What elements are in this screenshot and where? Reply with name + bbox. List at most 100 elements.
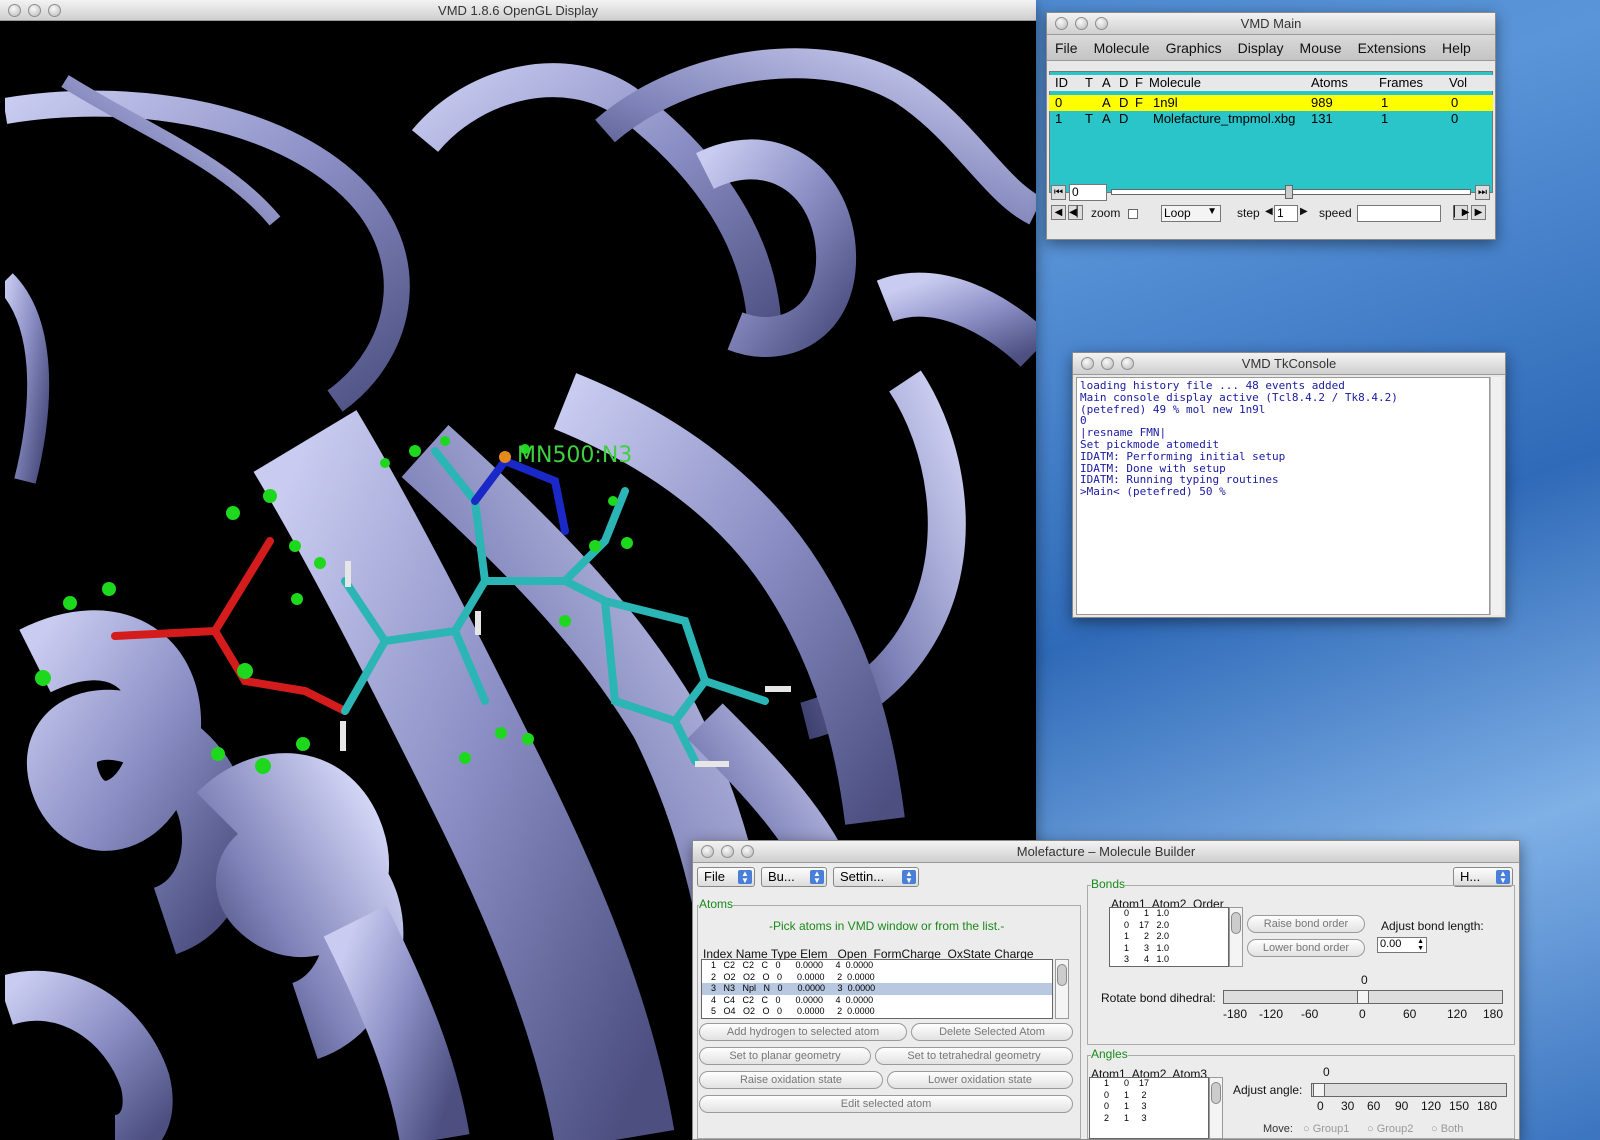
spin-arrows-icon[interactable]: ▲ ▼: [1417, 938, 1424, 952]
list-item[interactable]: 0 1 2: [1090, 1090, 1208, 1102]
build-menu-button[interactable]: Bu... ▲ ▼: [761, 867, 827, 887]
last-frame-icon[interactable]: ⏭: [1475, 185, 1490, 200]
list-item[interactable]: 2 O2 O2 O 0 0.0000 2 0.0000: [702, 972, 1052, 984]
zoom-checkbox[interactable]: [1128, 209, 1138, 219]
molefacture-window[interactable]: Molefacture – Molecule Builder File ▲ ▼ Bu…: [692, 840, 1520, 1140]
list-item[interactable]: 3 4 1.0: [1110, 954, 1228, 966]
first-frame-icon[interactable]: ⏮: [1051, 185, 1066, 200]
list-item[interactable]: 2 1 3: [1090, 1113, 1208, 1125]
step-forward-icon[interactable]: ▏▶: [1453, 205, 1469, 220]
menu-help[interactable]: Help: [1442, 40, 1471, 56]
menu-file[interactable]: File: [1055, 40, 1078, 56]
radio-both[interactable]: ○ Both: [1431, 1123, 1463, 1135]
console-titlebar[interactable]: VMD TkConsole: [1073, 353, 1505, 375]
lower-oxidation-button[interactable]: Lower oxidation state: [887, 1071, 1073, 1089]
settings-menu-button[interactable]: Settin... ▲ ▼: [833, 867, 919, 887]
col-molecule: Molecule: [1149, 75, 1202, 90]
mol-drawn[interactable]: D: [1119, 95, 1128, 110]
planar-geometry-button[interactable]: Set to planar geometry: [699, 1047, 871, 1065]
close-icon[interactable]: [1055, 17, 1068, 30]
minimize-icon[interactable]: [1075, 17, 1088, 30]
mol-top[interactable]: T: [1085, 111, 1093, 126]
edit-atom-button[interactable]: Edit selected atom: [699, 1095, 1073, 1113]
menu-display[interactable]: Display: [1238, 40, 1284, 56]
step-decrement-icon[interactable]: ◀: [1265, 206, 1273, 217]
tetrahedral-geometry-button[interactable]: Set to tetrahedral geometry: [875, 1047, 1073, 1065]
molecule-row[interactable]: 1 T A D Molefacture_tmpmol.xbg 131 1 0: [1049, 111, 1493, 127]
zoom-icon[interactable]: [1095, 17, 1108, 30]
opengl-titlebar[interactable]: VMD 1.8.6 OpenGL Display: [0, 0, 1036, 21]
bonds-scroll-thumb[interactable]: [1231, 912, 1241, 934]
zoom-icon[interactable]: [741, 845, 754, 858]
angle-tick: 30: [1341, 1099, 1355, 1113]
menu-graphics[interactable]: Graphics: [1166, 40, 1222, 56]
list-item[interactable]: 0 1 3: [1090, 1101, 1208, 1113]
mol-active[interactable]: A: [1102, 95, 1111, 110]
molefacture-titlebar[interactable]: Molefacture – Molecule Builder: [693, 841, 1519, 863]
molecule-row[interactable]: 0 A D F 1n9l 989 1 0: [1049, 95, 1493, 111]
list-item[interactable]: 4 C4 C2 C 0 0.0000 4 0.0000: [702, 995, 1052, 1007]
bond-length-spinbox[interactable]: 0.00 ▲ ▼: [1377, 937, 1427, 953]
menu-molecule[interactable]: Molecule: [1094, 40, 1150, 56]
atoms-scroll-thumb[interactable]: [1057, 964, 1067, 986]
step-back-icon[interactable]: ◀▏: [1068, 205, 1084, 220]
col-f: F: [1135, 75, 1143, 90]
close-icon[interactable]: [701, 845, 714, 858]
dihedral-slider-thumb[interactable]: [1357, 990, 1369, 1004]
play-icon[interactable]: ▶: [1471, 205, 1486, 220]
atoms-label: Atoms: [699, 897, 734, 911]
zoom-icon[interactable]: [1121, 357, 1134, 370]
menu-mouse[interactable]: Mouse: [1300, 40, 1342, 56]
close-icon[interactable]: [8, 4, 21, 17]
angle-slider-thumb[interactable]: [1313, 1083, 1325, 1097]
main-titlebar[interactable]: VMD Main: [1047, 13, 1495, 35]
help-menu-button[interactable]: H... ▲ ▼: [1453, 867, 1513, 887]
tkconsole-window[interactable]: VMD TkConsole loading history file ... 4…: [1072, 352, 1506, 618]
raise-oxidation-button[interactable]: Raise oxidation state: [699, 1071, 883, 1089]
angles-scroll-thumb[interactable]: [1211, 1082, 1221, 1104]
speed-label: speed: [1319, 206, 1352, 220]
list-item[interactable]: 1 0 17: [1090, 1078, 1208, 1090]
list-item[interactable]: 0 17 2.0: [1110, 920, 1228, 932]
atoms-list[interactable]: 1 C2 C2 C 0 0.0000 4 0.0000 2 O2 O2 O 0 …: [701, 959, 1053, 1019]
zoom-icon[interactable]: [48, 4, 61, 17]
list-item[interactable]: 0 1 1.0: [1110, 908, 1228, 920]
step-increment-icon[interactable]: ▶: [1300, 206, 1308, 217]
radio-group1[interactable]: ○ Group1: [1303, 1123, 1349, 1135]
mol-atoms: 989: [1311, 95, 1333, 110]
speed-slider[interactable]: [1357, 205, 1441, 222]
menu-extensions[interactable]: Extensions: [1358, 40, 1426, 56]
minimize-icon[interactable]: [28, 4, 41, 17]
bonds-list[interactable]: 0 1 1.0 0 17 2.0 1 2 2.0 1 3 1.0 3 4 1.0: [1109, 907, 1229, 967]
list-item[interactable]: 5 O4 O2 O 0 0.0000 2 0.0000: [702, 1006, 1052, 1018]
raise-bond-order-button[interactable]: Raise bond order: [1247, 915, 1365, 933]
bonds-scrollbar[interactable]: [1229, 907, 1243, 967]
mol-drawn[interactable]: D: [1119, 111, 1128, 126]
file-menu-button[interactable]: File ▲ ▼: [697, 867, 755, 887]
frame-input[interactable]: 0: [1069, 184, 1107, 201]
angles-list[interactable]: 1 0 17 0 1 2 0 1 3 2 1 3: [1089, 1077, 1209, 1139]
list-item[interactable]: 3 N3 Npl N 0 0.0000 3 0.0000: [702, 983, 1052, 995]
lower-bond-order-button[interactable]: Lower bond order: [1247, 939, 1365, 957]
list-item[interactable]: 1 C2 C2 C 0 0.0000 4 0.0000: [702, 960, 1052, 972]
minimize-icon[interactable]: [721, 845, 734, 858]
add-hydrogen-button[interactable]: Add hydrogen to selected atom: [699, 1023, 907, 1041]
loop-select[interactable]: Loop ▼: [1161, 205, 1221, 222]
vmd-main-window[interactable]: VMD Main File Molecule Graphics Display …: [1046, 12, 1496, 240]
play-reverse-icon[interactable]: ◀: [1051, 205, 1066, 220]
atoms-scrollbar[interactable]: [1055, 959, 1069, 1019]
mol-fixed[interactable]: F: [1135, 95, 1143, 110]
angles-scrollbar[interactable]: [1209, 1077, 1223, 1139]
list-item[interactable]: 1 2 2.0: [1110, 931, 1228, 943]
console-scrollbar[interactable]: [1490, 377, 1502, 615]
step-input[interactable]: 1: [1274, 205, 1298, 222]
mol-active[interactable]: A: [1102, 111, 1111, 126]
minimize-icon[interactable]: [1101, 357, 1114, 370]
console-output[interactable]: loading history file ... 48 events added…: [1076, 377, 1490, 615]
delete-atom-button[interactable]: Delete Selected Atom: [911, 1023, 1073, 1041]
frame-slider-thumb[interactable]: [1285, 185, 1293, 199]
radio-group2[interactable]: ○ Group2: [1367, 1123, 1413, 1135]
list-item[interactable]: 1 3 1.0: [1110, 943, 1228, 955]
close-icon[interactable]: [1081, 357, 1094, 370]
angle-slider[interactable]: [1311, 1083, 1507, 1097]
